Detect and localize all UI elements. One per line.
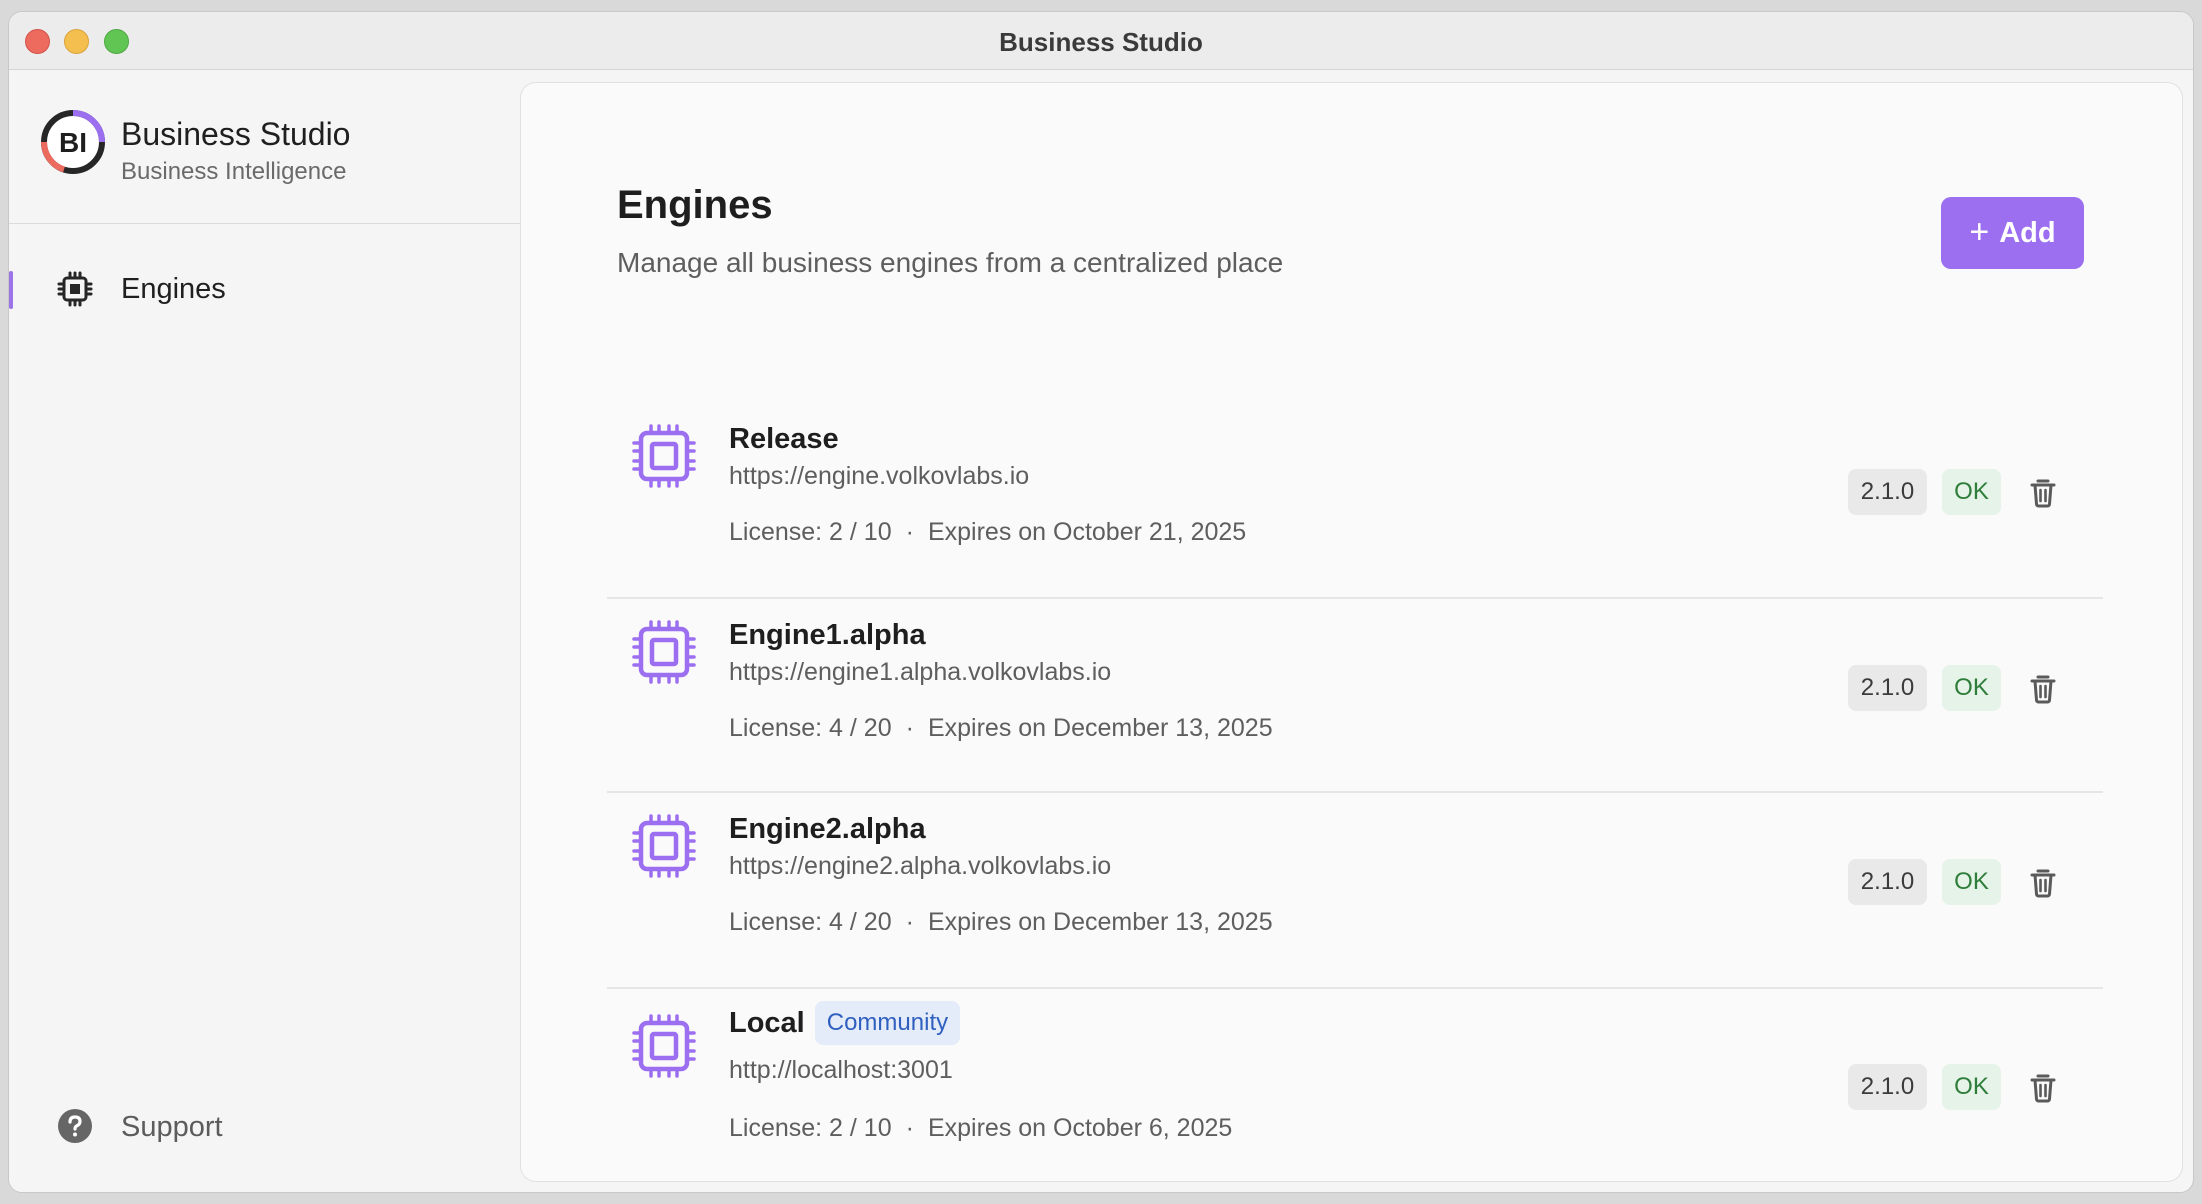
add-button-label: Add [1999,216,2056,249]
engine-name-wrap: Local Community [729,1001,961,1045]
page-subtitle: Manage all business engines from a centr… [617,247,1284,278]
separator-dot: · [905,714,914,742]
engine-row-local[interactable]: Local Community http://localhost:3001 Li… [607,989,2103,1189]
separator-dot: · [905,518,914,546]
separator-dot: · [905,908,914,936]
engine-row-engine2-alpha[interactable]: Engine2.alpha https://engine2.alpha.volk… [607,793,2103,989]
status-badge: OK [1942,1064,2001,1110]
sidebar-divider [9,223,520,224]
engine-expires: Expires on October 21, 2025 [927,518,1247,546]
engine-name: Release [729,423,839,455]
title-bar[interactable]: Business Studio [9,12,2193,70]
community-badge: Community [814,1001,961,1045]
engine-license: License: 2 / 10 [729,1114,892,1142]
sidebar-item-engines[interactable]: Engines [9,265,520,313]
window-title: Business Studio [999,27,1203,57]
trash-icon[interactable] [2027,476,2059,508]
status-badge: OK [1942,665,2001,711]
status-badge: OK [1942,469,2001,515]
engine-chip-icon [632,424,696,488]
engine-row-engine1-alpha[interactable]: Engine1.alpha https://engine1.alpha.volk… [607,599,2103,793]
version-badge: 2.1.0 [1848,859,1927,905]
main-panel: Engines Manage all business engines from… [520,82,2183,1182]
brand-logo-text: BI [59,127,87,158]
question-circle-icon [58,1109,92,1143]
engine-name-wrap: Engine1.alpha [729,619,926,652]
page-title: Engines [617,183,773,227]
engine-url: https://engine1.alpha.volkovlabs.io [729,658,1112,686]
bi-logo-icon: BI [41,110,105,174]
active-indicator [9,271,13,309]
engine-name: Engine1.alpha [729,619,926,651]
engine-chip-icon [632,1014,696,1078]
engine-url: https://engine.volkovlabs.io [729,462,1030,490]
engine-name: Engine2.alpha [729,813,926,845]
version-badge: 2.1.0 [1848,469,1927,515]
brand-subtitle: Business Intelligence [121,158,347,185]
engine-url: https://engine2.alpha.volkovlabs.io [729,852,1112,880]
support-label: Support [121,1111,223,1143]
trash-icon[interactable] [2027,1071,2059,1103]
engine-expires: Expires on October 6, 2025 [927,1114,1233,1142]
engine-license: License: 4 / 20 [729,714,892,742]
plus-icon: + [1969,212,1990,251]
brand-name: Business Studio [121,116,351,152]
engine-name: Local [729,1006,805,1039]
engine-license-info: License: 2 / 10 · Expires on October 21, 2… [729,518,1246,547]
add-engine-button[interactable]: + Add [1941,197,2084,269]
engine-license-info: License: 4 / 20 · Expires on December 13, … [729,714,1273,743]
engine-expires: Expires on December 13, 2025 [927,908,1273,936]
engine-expires: Expires on December 13, 2025 [927,714,1273,742]
sidebar: BI Business Studio Business Intelligence… [9,70,520,1192]
separator-dot: · [905,1114,914,1142]
trash-icon[interactable] [2027,672,2059,704]
version-badge: 2.1.0 [1848,665,1927,711]
engine-chip-icon [632,814,696,878]
engine-license: License: 4 / 20 [729,908,892,936]
engine-list: Release https://engine.volkovlabs.io Lic… [607,403,2103,1189]
engine-name-wrap: Engine2.alpha [729,813,926,846]
engine-row-release[interactable]: Release https://engine.volkovlabs.io Lic… [607,403,2103,599]
engine-license: License: 2 / 10 [729,518,892,546]
chip-icon [57,271,93,307]
engine-license-info: License: 2 / 10 · Expires on October 6, 20… [729,1114,1232,1143]
brand: BI Business Studio Business Intelligence [39,108,509,188]
engine-license-info: License: 4 / 20 · Expires on December 13, … [729,908,1273,937]
version-badge: 2.1.0 [1848,1064,1927,1110]
status-badge: OK [1942,859,2001,905]
trash-icon[interactable] [2027,866,2059,898]
engine-url: http://localhost:3001 [729,1056,953,1084]
support-link[interactable]: Support [9,1102,520,1150]
app-window: Business Studio BI Business Studio Busin… [8,11,2194,1193]
engine-chip-icon [632,620,696,684]
sidebar-item-label: Engines [121,273,226,305]
engine-name-wrap: Release [729,423,839,456]
